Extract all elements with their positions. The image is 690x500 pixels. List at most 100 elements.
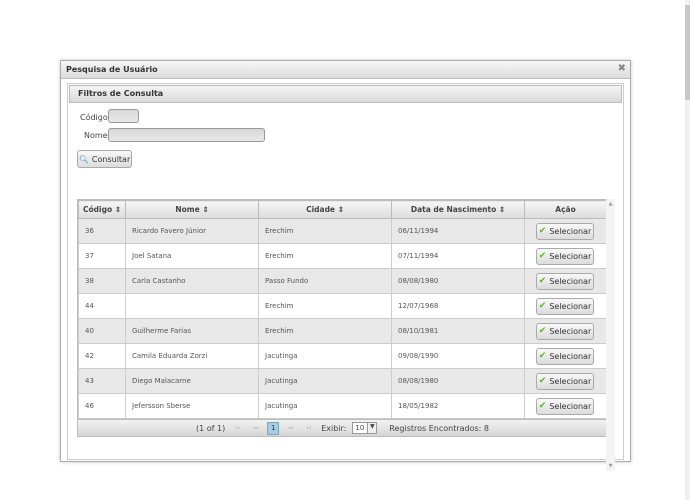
rows-per-page-value: 10 <box>355 424 365 432</box>
prev-page-button[interactable]: ◂◂ <box>249 423 261 433</box>
cell-nome: Joel Satana <box>125 243 259 269</box>
cell-acao: ✔ Selecionar <box>524 368 607 394</box>
last-page-button[interactable]: ▸| <box>303 423 315 433</box>
header-codigo[interactable]: Código ⇕ <box>78 200 126 219</box>
selecionar-label: Selecionar <box>549 376 592 386</box>
cell-cidade: Erechim <box>258 318 392 344</box>
table-row: 42 Camila Eduarda Zorzi Jacutinga 09/08/199… <box>78 343 607 369</box>
codigo-label: Código: <box>80 113 111 122</box>
selecionar-button[interactable]: ✔ Selecionar <box>536 372 594 390</box>
next-page-button[interactable]: ▸▸ <box>285 423 297 433</box>
first-page-button[interactable]: |◂ <box>231 423 243 433</box>
selecionar-label: Selecionar <box>549 226 592 236</box>
selecionar-button[interactable]: ✔ Selecionar <box>536 397 594 415</box>
cell-codigo: 38 <box>78 268 126 294</box>
filters-title: Filtros de Consulta <box>69 85 622 103</box>
table-row: 43 Diego Malacarne Jacutinga 08/08/1980 ✔ Sel… <box>78 368 607 394</box>
header-nome[interactable]: Nome ⇕ <box>125 200 259 219</box>
cell-data: 06/11/1994 <box>391 218 525 244</box>
cell-cidade: Jacutinga <box>258 343 392 369</box>
cell-data: 08/08/1980 <box>391 268 525 294</box>
filters-panel: Filtros de Consulta Código: Nome: 🔍︎ Con… <box>67 83 624 471</box>
cell-acao: ✔ Selecionar <box>524 243 607 269</box>
selecionar-label: Selecionar <box>549 351 592 361</box>
cell-codigo: 43 <box>78 368 126 394</box>
paginator: (1 of 1) |◂ ◂◂ 1 ▸▸ ▸| Exibir: 10 ▼ Regis… <box>78 419 607 436</box>
codigo-input[interactable] <box>108 109 139 123</box>
table-row: 36 Ricardo Favero Júnior Erechim 06/11/1994… <box>78 218 607 244</box>
cell-cidade: Erechim <box>258 243 392 269</box>
check-icon: ✔ <box>538 326 547 336</box>
selecionar-button[interactable]: ✔ Selecionar <box>536 272 594 290</box>
cell-codigo: 40 <box>78 318 126 344</box>
cell-data: 09/08/1990 <box>391 343 525 369</box>
check-icon: ✔ <box>538 351 547 361</box>
consultar-button[interactable]: 🔍︎ Consultar <box>77 150 132 168</box>
cell-data: 08/08/1980 <box>391 368 525 394</box>
close-icon[interactable]: ✖ <box>618 63 626 74</box>
consultar-label: Consultar <box>91 154 131 164</box>
cell-nome: Carla Castanho <box>125 268 259 294</box>
selecionar-button[interactable]: ✔ Selecionar <box>536 322 594 340</box>
table-row: 46 Jefersson Sberse Jacutinga 18/05/1982 ✔ Se… <box>78 393 607 419</box>
page-1-button[interactable]: 1 <box>267 421 280 435</box>
check-icon: ✔ <box>538 276 547 286</box>
cell-acao: ✔ Selecionar <box>524 393 607 419</box>
table-scrollbar[interactable]: ▲ ▼ <box>606 199 615 471</box>
cell-cidade: Passo Fundo <box>258 268 392 294</box>
records-found: Registros Encontrados: 8 <box>389 423 490 433</box>
selecionar-label: Selecionar <box>549 251 592 261</box>
exibir-label: Exibir: <box>321 423 347 433</box>
chevron-down-icon: ▼ <box>367 423 377 433</box>
table-row: 44 Erechim 12/07/1968 ✔ Selecionar <box>78 293 607 319</box>
dialog-title: Pesquisa de Usuário <box>61 61 630 79</box>
cell-nome: Guilherme Farias <box>125 318 259 344</box>
cell-data: 08/10/1981 <box>391 318 525 344</box>
cell-nome: Diego Malacarne <box>125 368 259 394</box>
cell-data: 18/05/1982 <box>391 393 525 419</box>
nome-input[interactable] <box>108 128 265 142</box>
header-data[interactable]: Data de Nascimento ⇕ <box>391 200 525 219</box>
selecionar-button[interactable]: ✔ Selecionar <box>536 222 594 240</box>
cell-codigo: 37 <box>78 243 126 269</box>
cell-acao: ✔ Selecionar <box>524 318 607 344</box>
cell-nome: Jefersson Sberse <box>125 393 259 419</box>
check-icon: ✔ <box>538 301 547 311</box>
selecionar-label: Selecionar <box>549 301 592 311</box>
nome-label: Nome: <box>84 131 111 140</box>
table-row: 37 Joel Satana Erechim 07/11/1994 ✔ Seleciona… <box>78 243 607 269</box>
cell-acao: ✔ Selecionar <box>524 218 607 244</box>
cell-nome: Camila Eduarda Zorzi <box>125 343 259 369</box>
table-row: 40 Guilherme Farias Erechim 08/10/1981 ✔ Sele… <box>78 318 607 344</box>
selecionar-button[interactable]: ✔ Selecionar <box>536 247 594 265</box>
cell-data: 07/11/1994 <box>391 243 525 269</box>
rows-per-page-select[interactable]: 10 ▼ <box>352 422 378 434</box>
header-acao: Ação <box>524 200 607 219</box>
check-icon: ✔ <box>538 401 547 411</box>
cell-codigo: 42 <box>78 343 126 369</box>
cell-codigo: 36 <box>78 218 126 244</box>
cell-acao: ✔ Selecionar <box>524 268 607 294</box>
cell-codigo: 44 <box>78 293 126 319</box>
selecionar-label: Selecionar <box>549 326 592 336</box>
cell-cidade: Jacutinga <box>258 368 392 394</box>
cell-data: 12/07/1968 <box>391 293 525 319</box>
selecionar-button[interactable]: ✔ Selecionar <box>536 297 594 315</box>
selecionar-label: Selecionar <box>549 401 592 411</box>
table-row: 38 Carla Castanho Passo Fundo 08/08/1980 ✔ Se… <box>78 268 607 294</box>
check-icon: ✔ <box>538 226 547 236</box>
cell-nome <box>125 293 259 319</box>
page-scrollbar[interactable] <box>685 0 690 500</box>
cell-cidade: Jacutinga <box>258 393 392 419</box>
check-icon: ✔ <box>538 376 547 386</box>
header-cidade[interactable]: Cidade ⇕ <box>258 200 392 219</box>
selecionar-button[interactable]: ✔ Selecionar <box>536 347 594 365</box>
cell-acao: ✔ Selecionar <box>524 343 607 369</box>
cell-acao: ✔ Selecionar <box>524 293 607 319</box>
check-icon: ✔ <box>538 251 547 261</box>
cell-cidade: Erechim <box>258 293 392 319</box>
users-table: Código ⇕ Nome ⇕ Cidade ⇕ Data de Nascime… <box>77 199 608 437</box>
user-search-dialog: Pesquisa de Usuário ✖ Filtros de Consult… <box>60 60 631 471</box>
cell-cidade: Erechim <box>258 218 392 244</box>
selecionar-label: Selecionar <box>549 276 592 286</box>
